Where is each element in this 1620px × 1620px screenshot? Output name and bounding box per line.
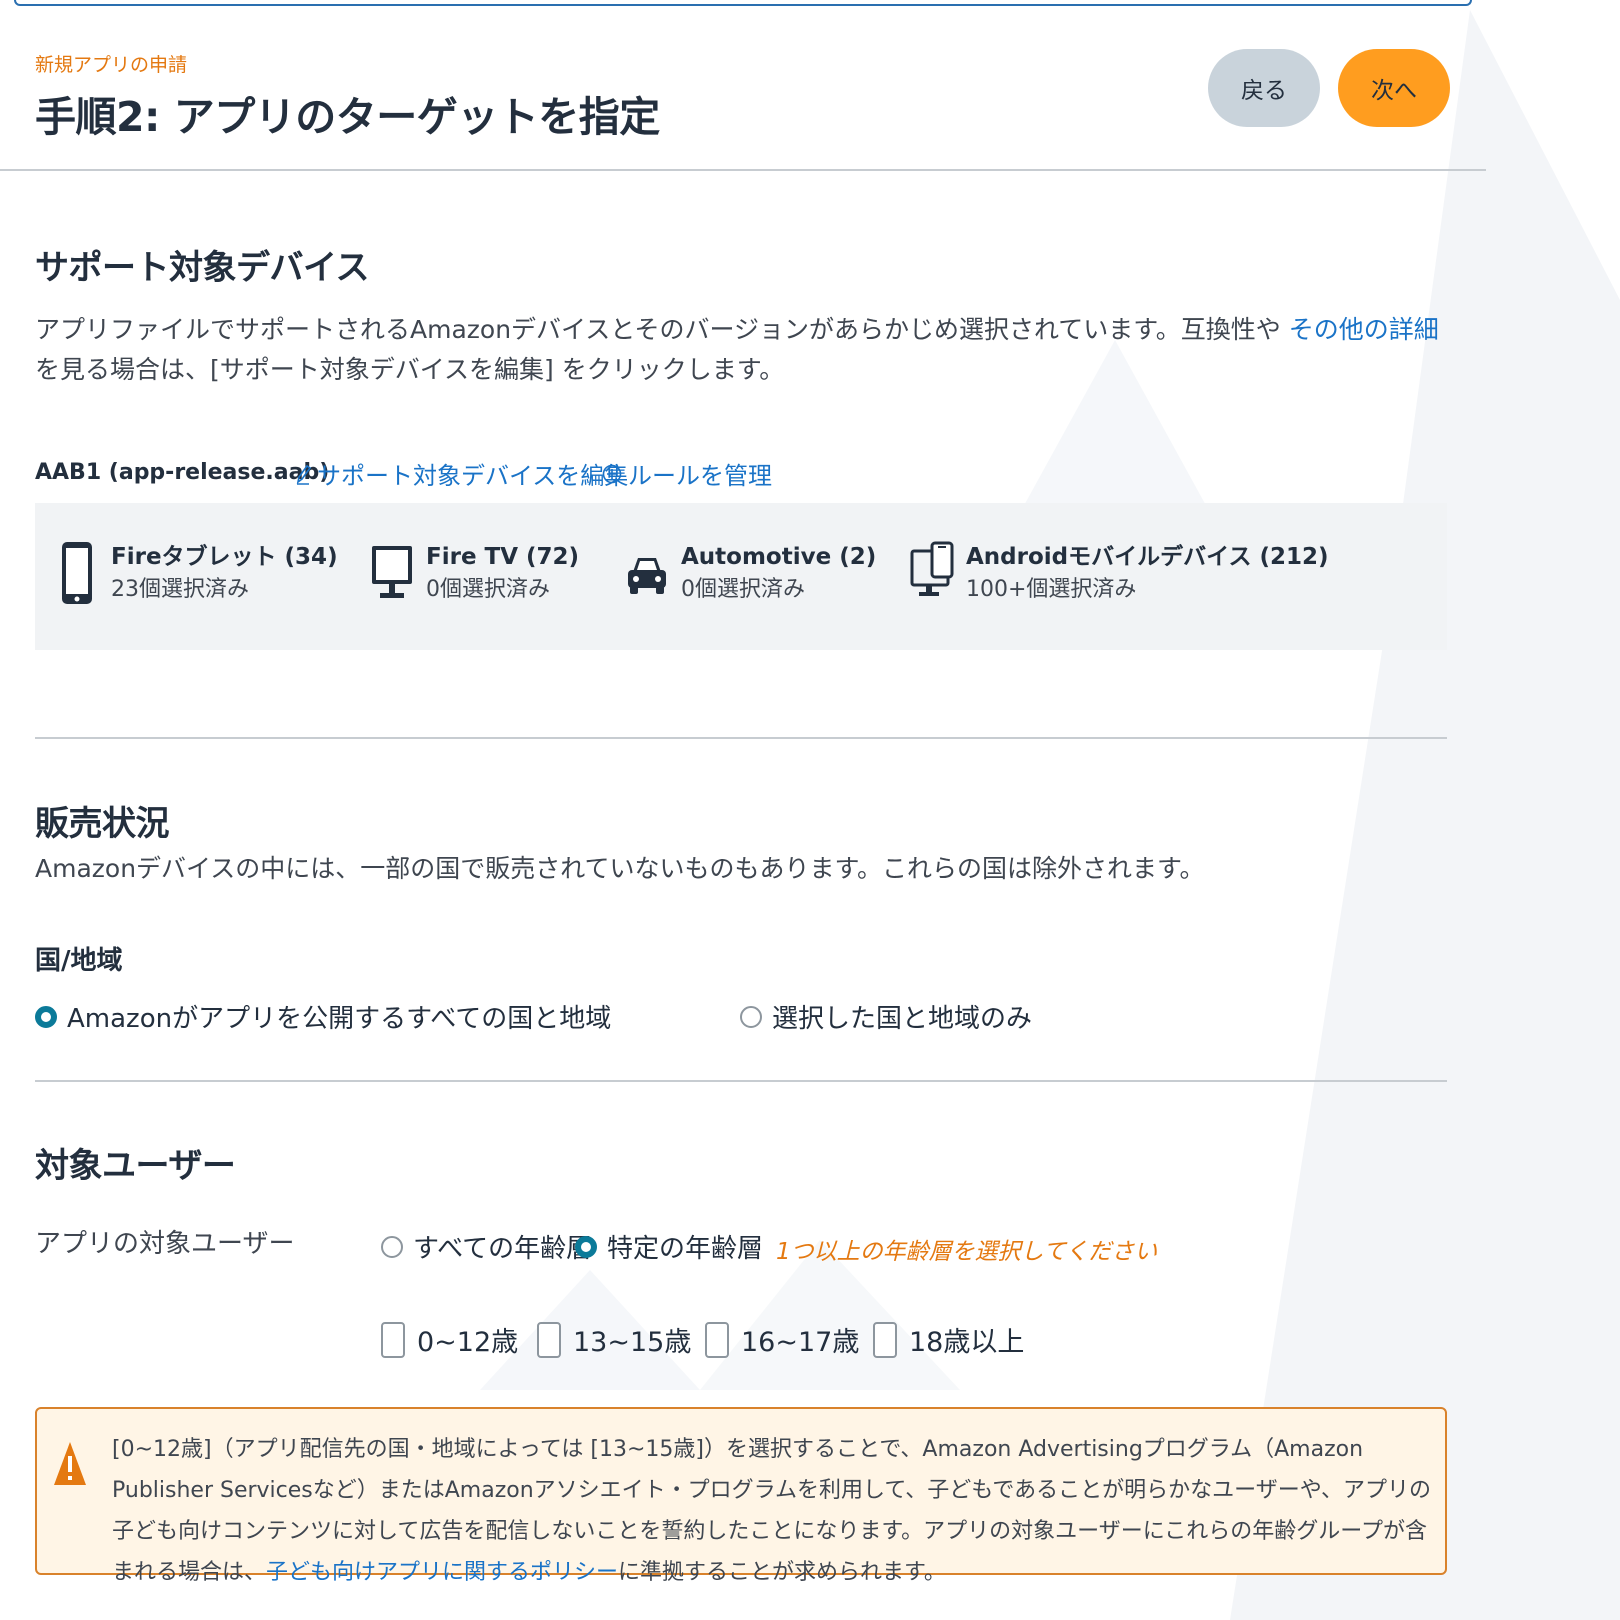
device-count: 0個選択済み — [426, 577, 550, 602]
radio-selected-regions[interactable]: 選択した国と地域のみ — [740, 998, 1032, 1035]
edit-supported-devices-link[interactable]: サポート対象デバイスを編集 — [295, 456, 628, 491]
radio-button[interactable] — [381, 1235, 403, 1258]
warning-alert: [0~12歳]（アプリ配信先の国・地域によっては [13~15歳]）を選択するこ… — [35, 1407, 1447, 1585]
kids-policy-link[interactable]: 子ども向けアプリに関するポリシー — [266, 1560, 618, 1585]
checkbox-age-0-12[interactable]: 0~12歳 — [381, 1320, 518, 1359]
checkbox[interactable] — [873, 1321, 897, 1358]
device-android-mobile[interactable]: Androidモバイルデバイス (212) 100+個選択済み — [910, 541, 1328, 607]
header-divider — [0, 169, 1486, 171]
manage-rules-link[interactable]: ルールを管理 — [602, 456, 772, 491]
device-name: Automotive (2) — [681, 544, 877, 570]
section-divider — [35, 1080, 1447, 1082]
checkbox[interactable] — [705, 1321, 729, 1358]
radio-button-selected[interactable] — [575, 1235, 597, 1258]
file-label: AAB1 (app-release.aab) — [35, 460, 330, 485]
region-label: 国/地域 — [35, 946, 123, 976]
checkbox[interactable] — [537, 1321, 561, 1358]
device-count: 100+個選択済み — [966, 577, 1137, 602]
devices-panel: Fireタブレット (34) 23個選択済み Fire TV (72) 0個選択… — [35, 503, 1447, 650]
back-button[interactable]: 戻る — [1208, 49, 1320, 127]
checkbox-label: 0~12歳 — [417, 1327, 519, 1358]
device-count: 23個選択済み — [111, 577, 249, 602]
radio-label: 特定の年齢層 — [607, 1234, 764, 1264]
checkbox-age-18-plus[interactable]: 18歳以上 — [873, 1320, 1024, 1359]
availability-heading: 販売状況 — [35, 804, 170, 844]
pencil-icon — [296, 464, 311, 485]
radio-label: すべての年齢層 — [413, 1234, 593, 1264]
radio-specific-ages[interactable]: 特定の年齢層 — [575, 1228, 763, 1265]
checkbox-label: 18歳以上 — [909, 1327, 1025, 1358]
breadcrumb: 新規アプリの申請 — [35, 54, 188, 76]
device-name: Fire TV (72) — [426, 544, 580, 570]
audience-heading: 対象ユーザー — [35, 1146, 236, 1186]
plus-circle-icon — [602, 464, 622, 483]
description-text: アプリファイルでサポートされるAmazonデバイスとそのバージョンがあらかじめ選… — [35, 315, 1289, 344]
supported-devices-heading: サポート対象デバイス — [35, 248, 369, 288]
section-divider — [35, 737, 1447, 739]
radio-label: 選択した国と地域のみ — [772, 1004, 1033, 1034]
supported-devices-description: アプリファイルでサポートされるAmazonデバイスとそのバージョンがあらかじめ選… — [35, 310, 1455, 390]
page-header: 新規アプリの申請 手順2: アプリのターゲットを指定 — [35, 50, 660, 143]
radio-all-ages[interactable]: すべての年齢層 — [381, 1228, 592, 1265]
checkbox-age-13-15[interactable]: 13~15歳 — [537, 1320, 691, 1359]
checkbox-label: 13~15歳 — [573, 1327, 692, 1358]
edit-link-label: サポート対象デバイスを編集 — [317, 462, 629, 490]
device-fire-tablet[interactable]: Fireタブレット (34) 23個選択済み — [55, 541, 338, 607]
page-title: 手順2: アプリのターゲットを指定 — [35, 93, 660, 141]
description-text-end: を見る場合は、[サポート対象デバイスを編集] をクリックします。 — [35, 355, 785, 384]
warning-icon — [54, 1442, 86, 1485]
more-details-link[interactable]: その他の詳細 — [1289, 315, 1439, 344]
top-frame-border — [14, 0, 1472, 6]
checkbox-age-16-17[interactable]: 16~17歳 — [705, 1320, 859, 1359]
checkbox-label: 16~17歳 — [741, 1327, 860, 1358]
device-count: 0個選択済み — [681, 577, 805, 602]
alert-text: [0~12歳]（アプリ配信先の国・地域によっては [13~15歳]）を選択するこ… — [112, 1429, 1432, 1593]
age-warning: 1つ以上の年齢層を選択してください — [776, 1239, 1158, 1265]
next-button[interactable]: 次へ — [1338, 49, 1450, 127]
radio-all-regions[interactable]: Amazonがアプリを公開するすべての国と地域 — [35, 998, 611, 1035]
checkbox[interactable] — [381, 1321, 405, 1358]
audience-label: アプリの対象ユーザー — [35, 1229, 295, 1259]
availability-description: Amazonデバイスの中には、一部の国で販売されていないものもあります。これらの… — [35, 854, 1205, 883]
device-fire-tv[interactable]: Fire TV (72) 0個選択済み — [370, 541, 579, 607]
radio-label: Amazonがアプリを公開するすべての国と地域 — [67, 1004, 612, 1034]
mobile-devices-icon — [910, 541, 954, 596]
device-name: Fireタブレット (34) — [111, 544, 338, 570]
tablet-icon — [62, 542, 92, 604]
device-automotive[interactable]: Automotive (2) 0個選択済み — [625, 541, 876, 607]
alert-text-end: に準拠することが求められます。 — [618, 1560, 946, 1585]
car-icon — [628, 558, 666, 594]
device-name: Androidモバイルデバイス (212) — [966, 544, 1329, 570]
radio-button[interactable] — [740, 1005, 762, 1028]
radio-button-selected[interactable] — [35, 1005, 57, 1028]
tv-icon — [372, 546, 412, 598]
rules-link-label: ルールを管理 — [628, 462, 772, 490]
